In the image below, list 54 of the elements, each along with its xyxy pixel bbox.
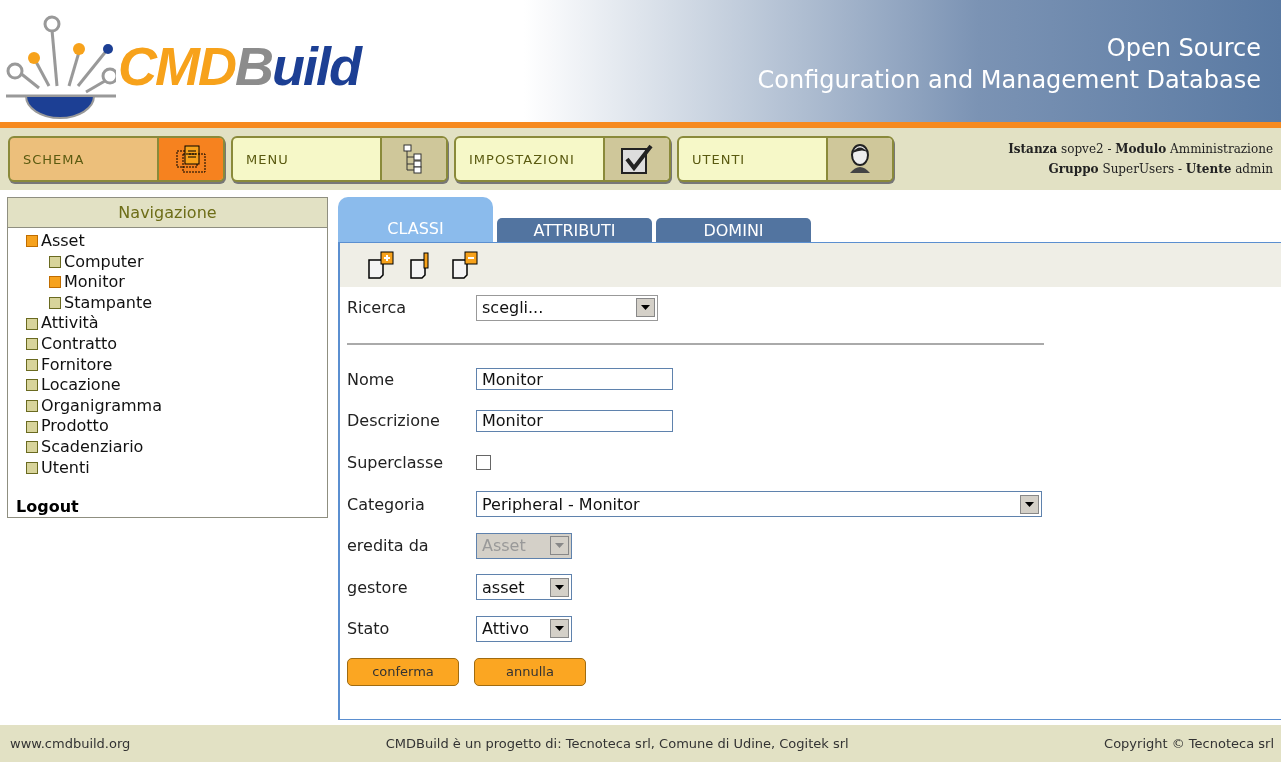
checkbox[interactable] bbox=[476, 455, 491, 471]
module-tab[interactable]: MENU bbox=[231, 136, 448, 182]
tree-item[interactable]: Contratto bbox=[26, 333, 118, 355]
dropdown-field[interactable]: Attivo bbox=[476, 615, 572, 642]
module-tab[interactable]: SCHEMA bbox=[8, 136, 225, 182]
footer-text: CMDBuild è un progetto di: Tecnoteca srl, Comune di Udine, Cogitek srl bbox=[385, 736, 849, 751]
windows-icon bbox=[174, 144, 208, 174]
session-info: Istanza sopve2 - Modulo Amministrazione bbox=[1008, 141, 1273, 158]
module-tab[interactable]: IMPOSTAZIONI bbox=[454, 136, 671, 182]
add-document-icon[interactable] bbox=[366, 251, 396, 279]
tree-item[interactable]: Monitor bbox=[49, 272, 125, 293]
dropdown-arrow-icon bbox=[1025, 501, 1034, 507]
tab[interactable]: DOMINI bbox=[656, 218, 811, 242]
confirm-button[interactable]: conferma bbox=[347, 657, 459, 686]
tree-item[interactable]: Computer bbox=[49, 251, 144, 273]
tagline: Configuration and Management Database bbox=[757, 65, 1261, 96]
tree-item[interactable]: Fornitore bbox=[26, 354, 113, 376]
tree-item[interactable]: Utenti bbox=[26, 457, 90, 479]
remove-document-icon[interactable] bbox=[450, 251, 480, 279]
tree-item[interactable]: Locazione bbox=[26, 375, 121, 396]
field-label: Descrizione bbox=[347, 411, 441, 431]
tree-item[interactable]: Organigramma bbox=[26, 395, 162, 417]
user-icon bbox=[847, 144, 873, 174]
dropdown-arrow-icon bbox=[641, 305, 650, 311]
field-label: Stato bbox=[347, 619, 391, 639]
search-select[interactable]: scegli... bbox=[476, 294, 658, 321]
panel-title: Navigazione bbox=[8, 198, 327, 228]
dropdown-arrow-icon bbox=[555, 584, 564, 590]
checkbox-icon bbox=[620, 143, 654, 175]
cancel-button[interactable]: annulla bbox=[474, 657, 586, 686]
logout-link[interactable]: Logout bbox=[8, 497, 79, 517]
dropdown-arrow-icon bbox=[555, 626, 564, 632]
session-info: Gruppo SuperUsers - Utente admin bbox=[1047, 161, 1273, 178]
dropdown-arrow-icon bbox=[555, 543, 564, 549]
field-label: gestore bbox=[347, 577, 409, 597]
tab[interactable]: ATTRIBUTI bbox=[497, 218, 652, 242]
field-label: eredita da bbox=[347, 536, 430, 556]
field-label: Nome bbox=[347, 369, 396, 389]
tree-item[interactable]: Stampante bbox=[49, 292, 153, 314]
tree-item[interactable]: Attività bbox=[26, 313, 99, 334]
tagline: Open Source bbox=[1106, 33, 1261, 64]
text-field[interactable]: Monitor bbox=[476, 410, 673, 432]
dropdown-field[interactable]: Peripheral - Monitor bbox=[476, 491, 1042, 518]
tree-item[interactable]: Scadenziario bbox=[26, 436, 144, 458]
module-tab[interactable]: UTENTI bbox=[677, 136, 894, 182]
dropdown-field[interactable]: asset bbox=[476, 574, 572, 601]
tree-item[interactable]: Asset bbox=[26, 231, 85, 252]
field-label: Categoria bbox=[347, 494, 426, 514]
footer-text: Copyright © Tecnoteca srl bbox=[1104, 736, 1274, 751]
field-label: Ricerca bbox=[347, 298, 408, 318]
text-field[interactable]: Monitor bbox=[476, 368, 673, 391]
tree-item[interactable]: Prodotto bbox=[26, 416, 109, 437]
footer-text: www.cmdbuild.org bbox=[10, 736, 131, 751]
field-label: Superclasse bbox=[347, 453, 445, 473]
